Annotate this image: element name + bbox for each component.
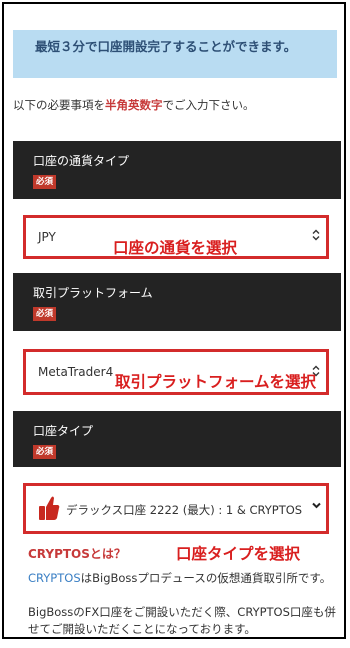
currency-type-label: 口座の通貨タイプ [33,154,130,168]
intro-highlight: 半角英数字 [105,98,163,112]
currency-type-header: 口座の通貨タイプ 必須 [13,141,341,199]
notice-banner: 最短３分で口座開設完了することができます。 [13,30,337,78]
account-type-annotation: 口座タイプを選択 [176,545,301,563]
required-badge: 必須 [33,445,57,459]
signup-form-frame: 最短３分で口座開設完了することができます。 以下の必要事項を半角英数字でご入力下… [2,2,346,639]
cryptos-note: BigBossのFX口座をご開設いただく際、CRYPTOS口座も併せてご開設いた… [28,605,336,636]
required-badge: 必須 [33,307,57,321]
intro-before: 以下の必要事項を [13,98,105,112]
platform-value: MetaTrader4 [38,365,114,379]
cryptos-description: CRYPTOSはBigBossプロデュースの仮想通貨取引所です。 [28,570,340,587]
platform-annotation: 取引プラットフォームを選択 [115,373,317,391]
account-type-label: 口座タイプ [33,424,94,438]
currency-annotation: 口座の通貨を選択 [113,239,238,257]
cryptos-desc-rest: はBigBossプロデュースの仮想通貨取引所です。 [80,571,332,585]
account-type-value: デラックス口座 2222 (最大) : 1 & CRYPTOS [66,503,303,517]
required-badge: 必須 [33,175,57,189]
updown-chevron-icon [312,229,320,244]
currency-type-value: JPY [38,230,56,244]
intro-text: 以下の必要事項を半角英数字でご入力下さい。 [13,97,343,113]
platform-header: 取引プラットフォーム 必須 [13,273,341,331]
notice-text: 最短３分で口座開設完了することができます。 [35,39,297,54]
thumbs-up-icon [38,494,60,526]
intro-after: でご入力下さい。 [162,98,255,112]
cryptos-heading: CRYPTOSとは？ [28,547,126,561]
platform-label: 取引プラットフォーム [33,286,153,300]
chevron-down-icon [312,501,321,512]
cryptos-link[interactable]: CRYPTOS [28,571,81,585]
account-type-select[interactable]: デラックス口座 2222 (最大) : 1 & CRYPTOS [23,483,329,534]
account-type-header: 口座タイプ 必須 [13,411,341,467]
